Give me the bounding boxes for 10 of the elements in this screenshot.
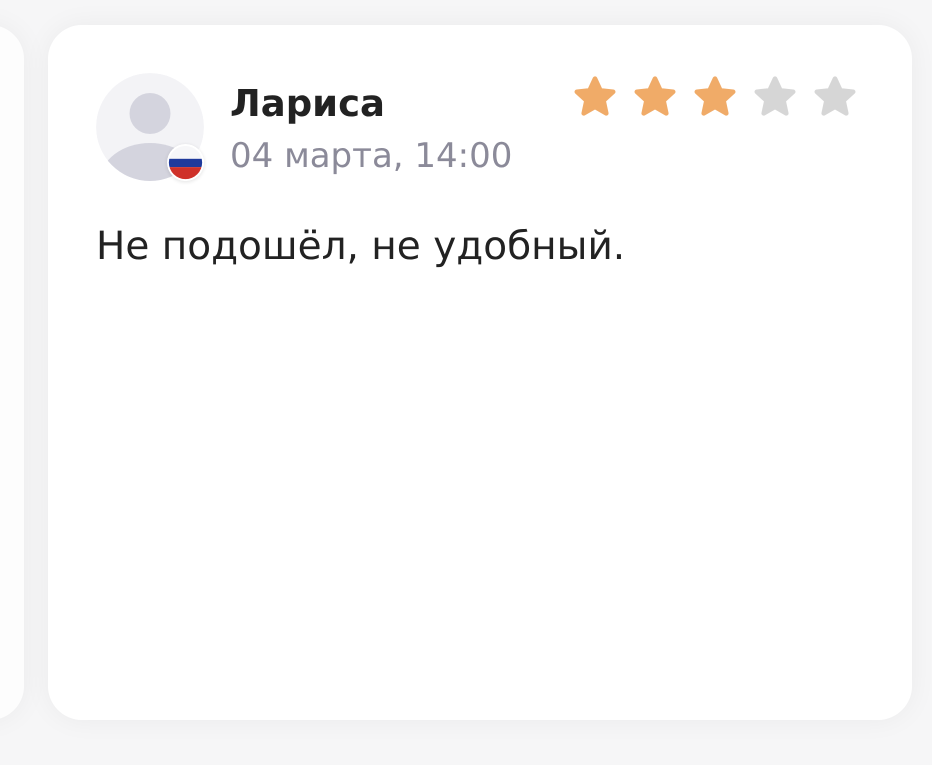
star-icon <box>632 74 678 118</box>
star-icon <box>692 74 738 118</box>
star-icon <box>572 74 618 118</box>
star-icon <box>752 74 798 118</box>
review-text: Не подошёл, не удобный. <box>96 224 626 270</box>
flag-icon <box>167 144 204 181</box>
avatar-icon <box>96 73 204 181</box>
review-date: 04 марта, 14:00 <box>230 136 512 176</box>
author-name: Лариса <box>230 83 386 125</box>
star-icon <box>812 74 858 118</box>
